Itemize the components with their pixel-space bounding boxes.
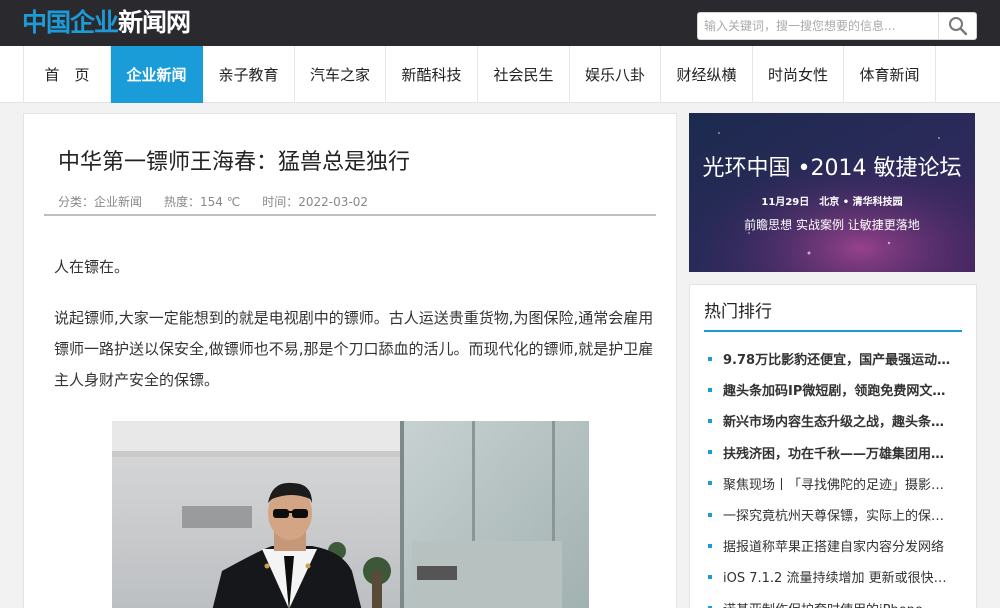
nav-item-tech[interactable]: 新酷科技 [386, 46, 478, 103]
bullet-icon [708, 387, 712, 392]
nav-item-label: 新酷科技 [401, 66, 462, 84]
hot-list-item[interactable]: 趣头条加码IP微短剧，领跑免费网文市场 [708, 374, 966, 405]
article-paragraph: 说起镖师,大家一定能想到的就是电视剧中的镖师。古人运送贵重货物,为图保险,通常会… [54, 309, 654, 389]
nav-item-home[interactable]: 首 页 [23, 46, 111, 103]
hot-list-item[interactable]: 9.78万比影豹还便宜，国产最强运动轿车 [708, 343, 966, 374]
divider [44, 214, 656, 216]
hot-list-item-text: 一探究竟杭州天尊保镖，实际上的保镖是怎样的 [723, 509, 955, 525]
hot-list-item[interactable]: 诺基亚制作保护套时使用的iPhone [708, 593, 966, 608]
nav-item-label: 首 页 [44, 66, 90, 84]
hot-list-item[interactable]: 聚焦现场丨「寻找佛陀的足迹」摄影展开幕 [708, 468, 966, 499]
site-logo[interactable]: 中国企业新闻网 [22, 6, 191, 40]
nav-item-education[interactable]: 亲子教育 [203, 46, 295, 103]
article-time: 时间：2022-03-02 [262, 195, 368, 209]
nav-item-label: 汽车之家 [309, 66, 370, 84]
bullet-icon [708, 450, 712, 455]
article-photo [112, 421, 589, 608]
hot-list-item-text: 诺基亚制作保护套时使用的iPhone [723, 599, 955, 608]
bullet-icon [708, 574, 712, 579]
article-heat: 热度：154 ℃ [164, 195, 241, 209]
hot-list-item[interactable]: 据报道称苹果正搭建自家内容分发网络 [708, 530, 966, 561]
search-box [697, 12, 977, 40]
hot-list-item[interactable]: 新兴市场内容生态升级之战，趣头条如何破局 [708, 405, 966, 436]
hot-list-item[interactable]: iOS 7.1.2 流量持续增加 更新或很快推出 [708, 561, 966, 592]
hot-ranking: 热门排行 9.78万比影豹还便宜，国产最强运动轿车 趣头条加码IP微短剧，领跑免… [689, 284, 977, 608]
bullet-icon [708, 481, 712, 486]
article-title: 中华第一镖师王海春：猛兽总是独行 [58, 150, 411, 175]
hot-ranking-title: 热门排行 [704, 302, 772, 322]
bullet-icon [708, 356, 712, 361]
ad-banner[interactable]: 光环中国 •2014 敏捷论坛 11月29日 北京 • 清华科技园 前瞻思想 实… [689, 113, 975, 272]
nav-item-label: 体育新闻 [859, 66, 920, 84]
nav-item-label: 亲子教育 [218, 66, 279, 84]
hot-list-item-text: 9.78万比影豹还便宜，国产最强运动轿车 [723, 353, 955, 369]
logo-part1: 中国企业 [22, 8, 119, 37]
nav-item-label: 时尚女性 [767, 66, 828, 84]
search-icon [948, 17, 967, 36]
nav-item-label: 企业新闻 [126, 66, 187, 84]
hot-list-item-text: iOS 7.1.2 流量持续增加 更新或很快推出 [723, 571, 955, 587]
hot-list-item-text: 扶残济困，功在千秋——万雄集团用爱心回馈社会 [723, 446, 955, 462]
nav-item-entertainment[interactable]: 娱乐八卦 [570, 46, 661, 103]
hot-list-item-text: 新兴市场内容生态升级之战，趣头条如何破局 [723, 415, 955, 431]
divider [704, 330, 962, 332]
article-paragraph: 人在镖在。 [54, 258, 130, 276]
nav-item-label: 财经纵横 [676, 66, 737, 84]
article-meta: 分类：企业新闻 热度：154 ℃ 时间：2022-03-02 [58, 193, 368, 210]
bullet-icon [708, 418, 712, 423]
banner-subtitle: 11月29日 北京 • 清华科技园 [761, 197, 903, 208]
top-bar: 中国企业新闻网 [0, 0, 1000, 46]
hot-list-item-text: 据报道称苹果正搭建自家内容分发网络 [723, 540, 945, 556]
nav-item-finance[interactable]: 财经纵横 [661, 46, 753, 103]
hot-list-item[interactable]: 一探究竟杭州天尊保镖，实际上的保镖是怎样的 [708, 499, 966, 530]
main-nav: 首 页 企业新闻 亲子教育 汽车之家 新酷科技 社会民生 娱乐八卦 财经纵横 时… [0, 46, 1000, 103]
nav-item-society[interactable]: 社会民生 [478, 46, 570, 103]
nav-item-auto[interactable]: 汽车之家 [295, 46, 386, 103]
nav-item-label: 社会民生 [493, 66, 554, 84]
hot-list: 9.78万比影豹还便宜，国产最强运动轿车 趣头条加码IP微短剧，领跑免费网文市场… [708, 343, 966, 608]
search-button[interactable] [938, 13, 976, 39]
article-category[interactable]: 分类：企业新闻 [58, 193, 142, 210]
nav-item-sports[interactable]: 体育新闻 [844, 46, 936, 103]
nav-item-fashion[interactable]: 时尚女性 [753, 46, 844, 103]
banner-tagline: 前瞻思想 实战案例 让敏捷更落地 [744, 218, 920, 232]
logo-part2: 新闻网 [118, 8, 191, 37]
bullet-icon [708, 543, 712, 548]
banner-title: 光环中国 •2014 敏捷论坛 [702, 156, 962, 181]
article-card: 中华第一镖师王海春：猛兽总是独行 分类：企业新闻 热度：154 ℃ 时间：202… [23, 113, 677, 608]
nav-item-company-news[interactable]: 企业新闻 [111, 46, 203, 103]
search-input[interactable] [698, 13, 938, 39]
hot-list-item-text: 趣头条加码IP微短剧，领跑免费网文市场 [723, 384, 955, 400]
photo-bodyguard [112, 421, 589, 608]
bullet-icon [708, 512, 712, 517]
nav-item-label: 娱乐八卦 [584, 66, 645, 84]
hot-list-item-text: 聚焦现场丨「寻找佛陀的足迹」摄影展开幕 [723, 477, 955, 493]
hot-list-item[interactable]: 扶残济困，功在千秋——万雄集团用爱心回馈社会 [708, 437, 966, 468]
